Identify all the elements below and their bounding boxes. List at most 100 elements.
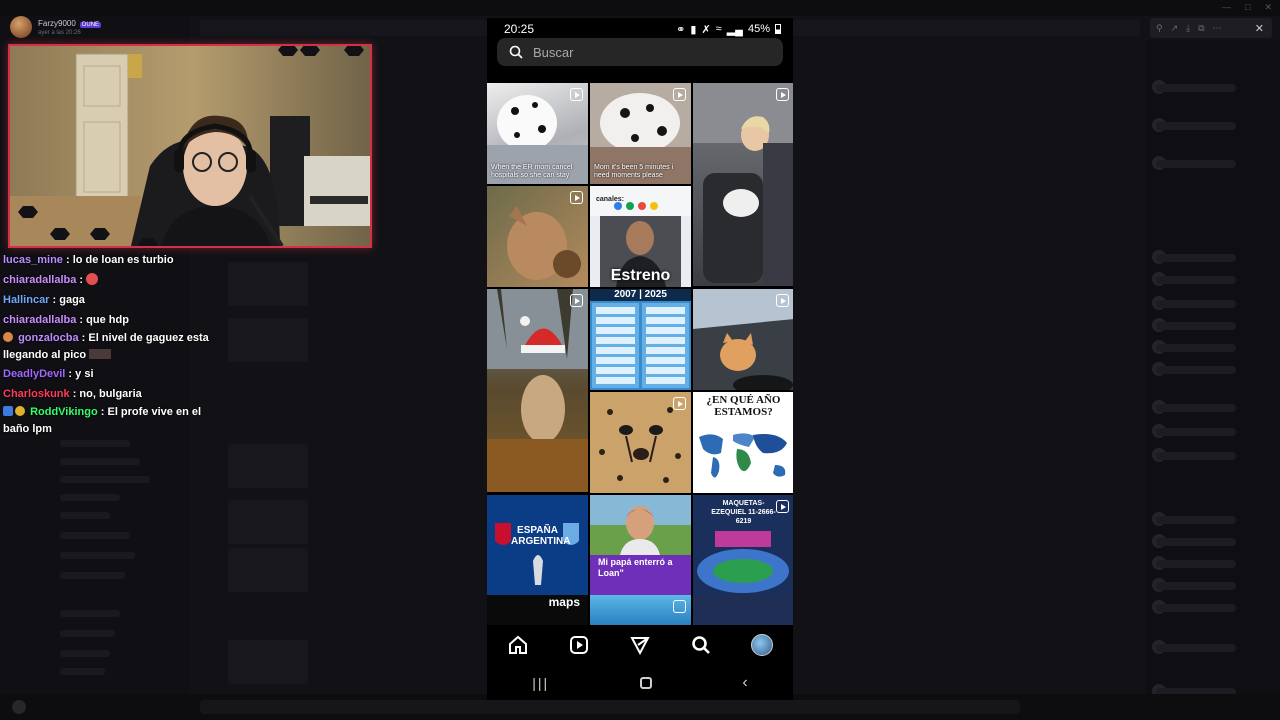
external-icon[interactable]: ⧉ bbox=[1198, 23, 1204, 34]
member-name[interactable] bbox=[1156, 582, 1236, 590]
explore-tile[interactable] bbox=[693, 83, 793, 286]
member-name[interactable] bbox=[1156, 122, 1236, 130]
reel-icon bbox=[673, 600, 686, 613]
member-name[interactable] bbox=[1156, 538, 1236, 546]
attachment-thumb[interactable] bbox=[228, 262, 308, 306]
attachment-thumb[interactable] bbox=[228, 548, 308, 592]
search-bar[interactable] bbox=[497, 38, 783, 66]
chat-username[interactable]: Hallincar bbox=[3, 294, 49, 306]
explore-tile[interactable] bbox=[693, 595, 793, 625]
recents-button[interactable]: ||| bbox=[532, 675, 549, 691]
explore-tile[interactable]: When the ER mom cancel hospitals so she … bbox=[487, 83, 588, 184]
tile-caption: When the ER mom cancel hospitals so she … bbox=[491, 164, 573, 179]
explore-tile[interactable] bbox=[590, 595, 691, 625]
chat-text: y si bbox=[75, 368, 94, 380]
screen: — □ ✕ ⚲ ↗ ⤓ ⧉ ⋯ ✕ Farzy9000 DUNE ayer a … bbox=[0, 0, 1280, 720]
profile-avatar[interactable] bbox=[747, 630, 777, 660]
comparison-list-image bbox=[592, 303, 689, 388]
member-name[interactable] bbox=[1156, 560, 1236, 568]
close-icon[interactable]: ✕ bbox=[1255, 22, 1264, 35]
chat-username[interactable]: RoddVikingo bbox=[30, 406, 98, 418]
member-name[interactable] bbox=[1156, 160, 1236, 168]
reels-icon[interactable] bbox=[564, 630, 594, 660]
member-name[interactable] bbox=[1156, 276, 1236, 284]
chat-username[interactable]: gonzalocba bbox=[18, 332, 79, 344]
search-icon[interactable] bbox=[686, 630, 716, 660]
explore-tile[interactable]: maps bbox=[487, 595, 588, 625]
channel-item[interactable] bbox=[60, 532, 130, 539]
share-icon[interactable]: ↗ bbox=[1171, 23, 1179, 34]
channel-item[interactable] bbox=[60, 458, 140, 465]
member-name[interactable] bbox=[1156, 644, 1236, 652]
explore-tile[interactable]: canales: Estreno bbox=[590, 186, 691, 287]
chat-message: Hallincar : gaga bbox=[3, 294, 85, 306]
member-name[interactable] bbox=[1156, 452, 1236, 460]
chat-message: gonzalocba : El nivel de gaguez esta lle… bbox=[3, 332, 209, 361]
reel-icon bbox=[776, 88, 789, 101]
user-avatar[interactable] bbox=[12, 700, 26, 714]
send-icon[interactable] bbox=[625, 630, 655, 660]
santa-deer-image bbox=[487, 289, 588, 492]
explore-tile[interactable]: Mi papá enterró a Loan" bbox=[590, 495, 691, 596]
stream-time: ayer a las 20:26 bbox=[38, 29, 81, 36]
explore-tile[interactable]: MAQUETAS-EZEQUIEL 11-2666-6219 bbox=[693, 495, 793, 596]
member-name[interactable] bbox=[1156, 366, 1236, 374]
chat-text: no, bulgaria bbox=[79, 388, 142, 400]
member-name[interactable] bbox=[1156, 84, 1236, 92]
channel-item[interactable] bbox=[60, 630, 115, 637]
tile-title: 2007 | 2025 bbox=[590, 289, 691, 301]
download-icon[interactable]: ⤓ bbox=[1186, 23, 1190, 34]
explore-tile[interactable] bbox=[590, 392, 691, 493]
channel-item[interactable] bbox=[60, 650, 110, 657]
more-icon[interactable]: ⋯ bbox=[1213, 23, 1222, 34]
close-window-icon[interactable]: ✕ bbox=[1264, 2, 1272, 13]
member-name[interactable] bbox=[1156, 322, 1236, 330]
member-name[interactable] bbox=[1156, 254, 1236, 262]
attachment-thumb[interactable] bbox=[228, 500, 308, 544]
channel-item[interactable] bbox=[60, 572, 125, 579]
channel-item[interactable] bbox=[60, 512, 110, 519]
channel-item[interactable] bbox=[60, 610, 120, 617]
channel-item[interactable] bbox=[60, 494, 120, 501]
channel-item[interactable] bbox=[60, 440, 130, 447]
chat-username[interactable]: Charloskunk bbox=[3, 388, 70, 400]
member-name[interactable] bbox=[1156, 428, 1236, 436]
back-button[interactable]: ‹ bbox=[742, 674, 747, 692]
zoom-icon[interactable]: ⚲ bbox=[1156, 23, 1163, 34]
chat-username[interactable]: chiaradallalba bbox=[3, 314, 76, 326]
explore-tile[interactable]: ESPAÑA ARGENTINA bbox=[487, 495, 588, 596]
tile-caption: Mom it's been 5 minutes i need moments p… bbox=[594, 164, 674, 179]
explore-tile[interactable] bbox=[487, 186, 588, 287]
chat-message: DeadlyDevil : y si bbox=[3, 368, 94, 380]
explore-tile[interactable]: Mom it's been 5 minutes i need moments p… bbox=[590, 83, 691, 184]
chat-username[interactable]: DeadlyDevil bbox=[3, 368, 65, 380]
channel-item[interactable] bbox=[60, 668, 105, 675]
chat-username[interactable]: chiaradallalba bbox=[3, 274, 76, 286]
attachment-thumb[interactable] bbox=[228, 318, 308, 362]
status-time: 20:25 bbox=[504, 22, 535, 36]
member-name[interactable] bbox=[1156, 404, 1236, 412]
explore-tile[interactable]: 2007 | 2025 bbox=[590, 289, 691, 390]
search-input[interactable] bbox=[533, 44, 753, 60]
explore-tile[interactable] bbox=[487, 289, 588, 492]
reel-icon bbox=[570, 294, 583, 307]
minimize-icon[interactable]: — bbox=[1222, 2, 1231, 13]
member-name[interactable] bbox=[1156, 604, 1236, 612]
webcam-scene bbox=[10, 46, 370, 246]
home-icon[interactable] bbox=[503, 630, 533, 660]
channel-item[interactable] bbox=[60, 476, 150, 483]
member-name[interactable] bbox=[1156, 516, 1236, 524]
tile-title: ESPAÑA ARGENTINA bbox=[511, 525, 571, 547]
channel-item[interactable] bbox=[60, 552, 135, 559]
message-input[interactable] bbox=[200, 700, 1020, 714]
member-name[interactable] bbox=[1156, 300, 1236, 308]
chat-username[interactable]: lucas_mine bbox=[3, 254, 63, 266]
home-button[interactable] bbox=[639, 677, 652, 689]
member-name[interactable] bbox=[1156, 344, 1236, 352]
prime-badge-icon bbox=[3, 406, 13, 416]
maximize-icon[interactable]: □ bbox=[1245, 2, 1250, 13]
attachment-thumb[interactable] bbox=[228, 444, 308, 488]
explore-tile[interactable] bbox=[693, 289, 793, 390]
explore-tile[interactable]: ¿EN QUÉ AÑO ESTAMOS? bbox=[693, 392, 793, 493]
attachment-thumb[interactable] bbox=[228, 640, 308, 684]
